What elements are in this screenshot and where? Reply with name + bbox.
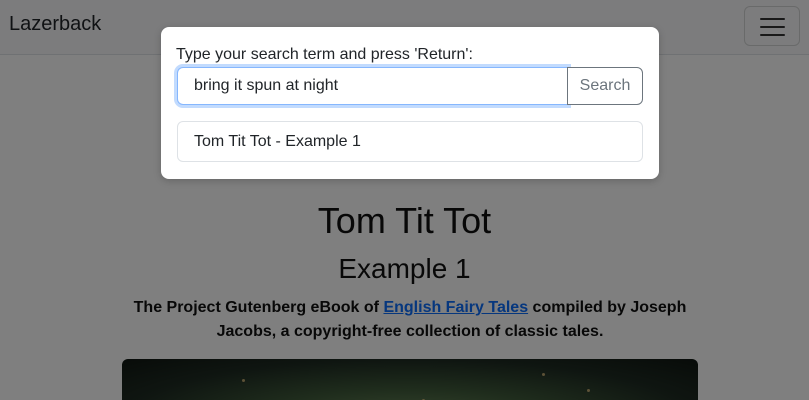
- search-modal: Type your search term and press 'Return'…: [161, 27, 659, 179]
- search-prompt-label: Type your search term and press 'Return'…: [176, 46, 473, 63]
- search-input[interactable]: [177, 67, 568, 105]
- search-results-list: Tom Tit Tot - Example 1: [177, 121, 643, 162]
- search-result-item[interactable]: Tom Tit Tot - Example 1: [177, 121, 643, 162]
- search-button[interactable]: Search: [567, 67, 643, 105]
